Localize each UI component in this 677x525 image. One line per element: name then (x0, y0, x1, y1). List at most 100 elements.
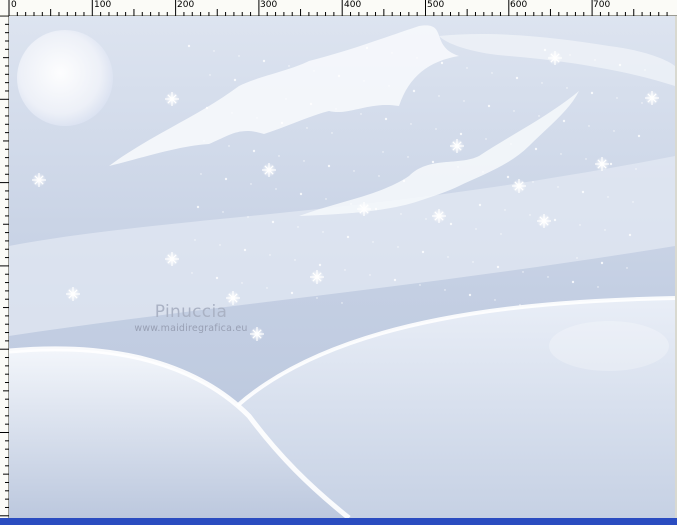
snow-speck (532, 181, 534, 183)
star-sparkle (310, 270, 324, 284)
moon (17, 30, 113, 126)
snow-speck (243, 248, 247, 252)
ruler-label-100: 100 (94, 0, 112, 10)
snow-speck (419, 284, 421, 286)
bottom-accent-bar (0, 518, 677, 525)
snow-speck (571, 280, 575, 284)
snow-speck (388, 85, 390, 87)
snow-speck (266, 287, 268, 289)
snow-speck (247, 216, 249, 218)
ruler-label-300: 300 (260, 0, 278, 10)
snow-speck (346, 235, 350, 239)
snow-speck (597, 286, 599, 288)
snow-speck (421, 250, 425, 254)
watermark-title: Pinuccia (154, 302, 228, 322)
snow-speck (482, 171, 484, 173)
snow-speck (618, 63, 622, 67)
snow-speck (506, 175, 510, 179)
horizontal-ruler[interactable]: 0 100 200 300 400 500 600 700 (0, 0, 677, 16)
snow-speck (576, 257, 578, 259)
star-sparkle (66, 287, 80, 301)
snow-speck (205, 106, 209, 110)
snow-speck (487, 104, 491, 108)
hill-highlight (549, 321, 669, 371)
snow-speck (209, 74, 211, 76)
ruler-label-200: 200 (177, 0, 195, 10)
snow-speck (607, 196, 609, 198)
snow-speck (560, 153, 562, 155)
snow-speck (337, 74, 341, 78)
snow-speck (309, 102, 313, 106)
snow-speck (485, 138, 487, 140)
image-canvas[interactable]: Pinuccia www.maidiregrafica.eu (9, 16, 675, 518)
snow-speck (613, 130, 615, 132)
snow-speck (262, 59, 266, 63)
ruler-label-600: 600 (510, 0, 528, 10)
snow-speck (547, 276, 549, 278)
snow-speck (391, 52, 393, 54)
star-sparkle (537, 214, 551, 228)
snow-speck (581, 190, 585, 194)
snow-speck (374, 207, 378, 211)
snow-speck (402, 179, 406, 183)
ruler-label-500: 500 (427, 0, 445, 10)
snow-speck (534, 147, 538, 151)
snow-speck (594, 59, 596, 61)
snow-speck (256, 117, 258, 119)
snow-speck (325, 198, 327, 200)
snow-speck (285, 98, 287, 100)
star-sparkle (450, 139, 464, 153)
star-sparkle (645, 91, 659, 105)
snow-speck (344, 269, 346, 271)
snow-speck (435, 128, 437, 130)
snow-speck (294, 259, 296, 261)
snow-speck (440, 61, 444, 65)
snow-speck (271, 220, 275, 224)
snow-speck (241, 282, 243, 284)
snow-speck (313, 70, 315, 72)
snow-speck (303, 160, 305, 162)
snow-speck (353, 170, 355, 172)
snow-speck (322, 231, 324, 233)
snow-speck (541, 82, 543, 84)
snow-speck (466, 67, 468, 69)
snow-speck (200, 173, 202, 175)
snow-speck (299, 192, 303, 196)
star-sparkle (357, 202, 371, 216)
snow-speck (290, 291, 294, 295)
star-sparkle (432, 209, 446, 223)
snow-speck (407, 156, 409, 158)
snow-speck (350, 203, 352, 205)
snow-speck (431, 160, 435, 164)
snow-speck (457, 166, 459, 168)
snow-speck (327, 164, 331, 168)
snow-speck (632, 201, 634, 203)
snow-speck (400, 213, 402, 215)
snow-speck (585, 158, 587, 160)
snow-speck (496, 265, 500, 269)
snow-speck (341, 302, 343, 304)
snow-speck (231, 112, 233, 114)
snow-speck (194, 239, 196, 241)
snow-speck (553, 218, 557, 222)
snow-speck (562, 119, 566, 123)
snow-speck (335, 108, 337, 110)
snow-speck (288, 65, 290, 67)
snow-speck (360, 113, 362, 115)
star-sparkle (32, 173, 46, 187)
snow-speck (513, 110, 515, 112)
snow-speck (187, 44, 191, 48)
snow-speck (382, 151, 384, 153)
snow-speck (557, 186, 559, 188)
snow-speck (191, 272, 193, 274)
snow-speck (628, 233, 632, 237)
snow-speck (644, 69, 646, 71)
vertical-ruler[interactable] (0, 16, 9, 518)
snow-speck (444, 289, 446, 291)
snow-speck (363, 80, 365, 82)
snow-speck (588, 125, 590, 127)
snow-speck (447, 256, 449, 258)
snow-speck (515, 76, 519, 80)
snow-speck (203, 140, 205, 142)
snow-speck (410, 123, 412, 125)
